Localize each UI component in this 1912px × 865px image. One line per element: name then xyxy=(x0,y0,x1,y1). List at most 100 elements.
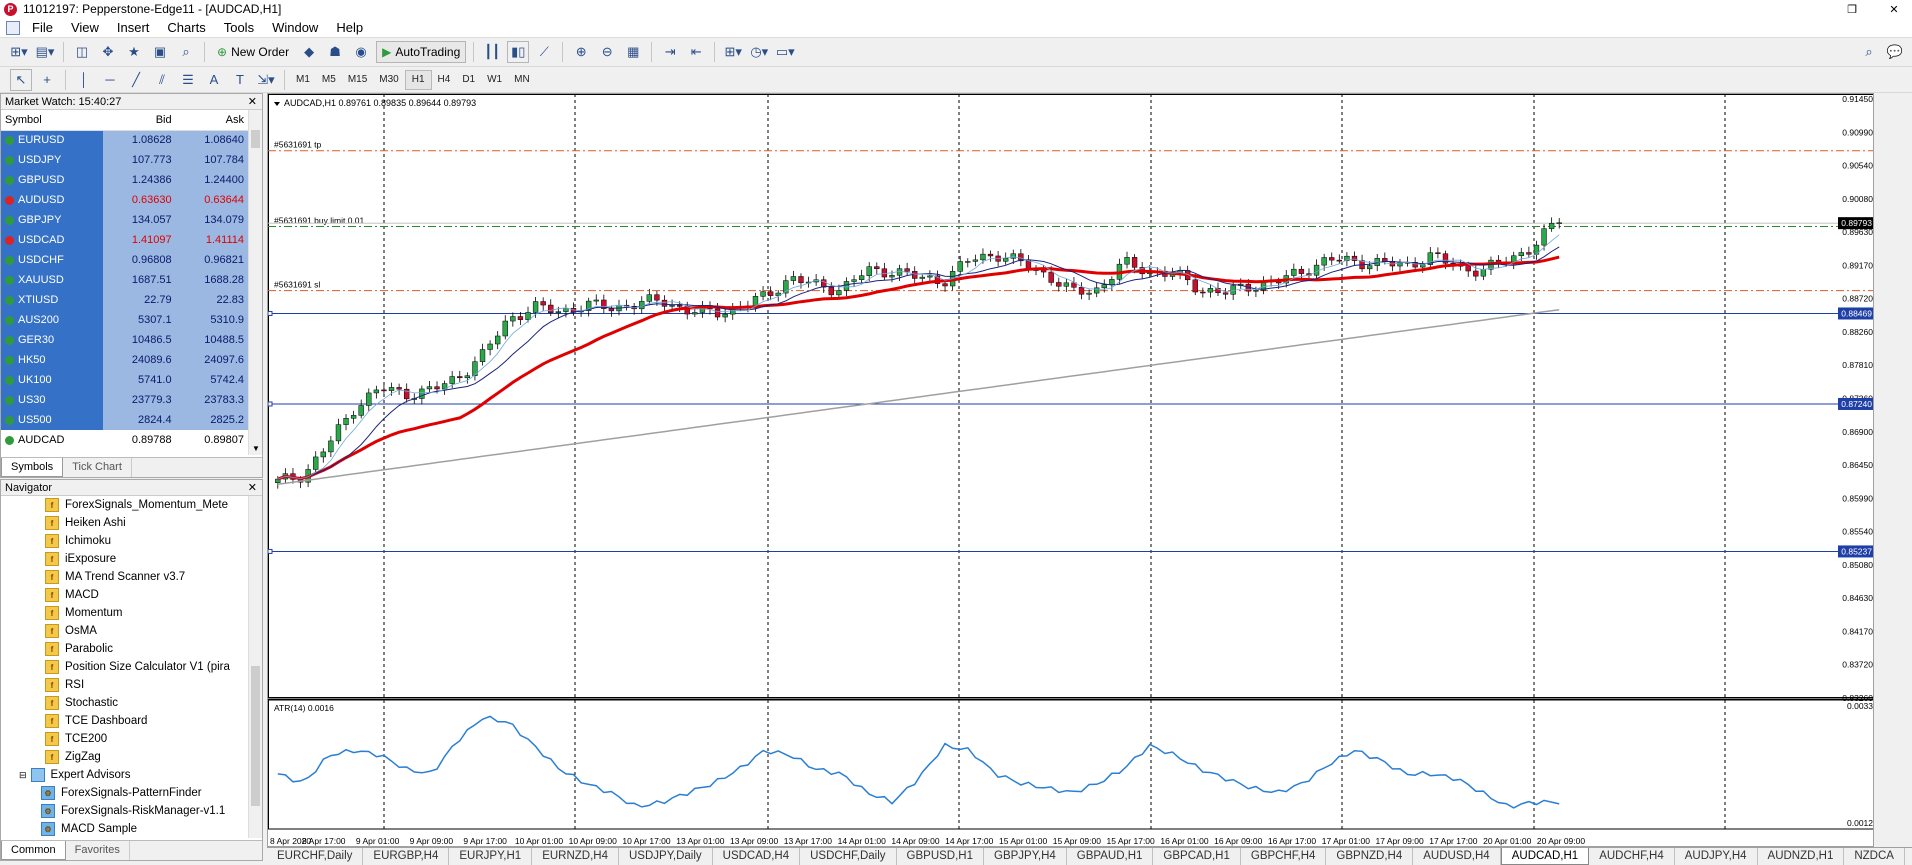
col-bid[interactable]: Bid xyxy=(103,110,176,131)
market-watch-row[interactable]: AUS200 5307.1 5310.9 xyxy=(1,310,248,330)
profiles-icon[interactable]: ▤▾ xyxy=(34,41,56,63)
bar-chart-icon[interactable]: ┃┃ xyxy=(481,41,503,63)
navigator-item[interactable]: ⚙ ForexSignals-PatternFinder xyxy=(1,784,248,802)
chart-tab[interactable]: GBPUSD,H1 xyxy=(897,848,984,865)
navigator-item[interactable]: f MACD xyxy=(1,586,248,604)
symbol-cell[interactable]: USDCHF xyxy=(1,250,104,270)
tf-w1[interactable]: W1 xyxy=(481,70,508,90)
tf-h1[interactable]: H1 xyxy=(404,69,432,90)
symbol-cell[interactable]: XTIUSD xyxy=(1,290,104,310)
symbol-cell[interactable]: HK50 xyxy=(1,350,104,370)
navigator-item[interactable]: f Momentum xyxy=(1,604,248,622)
symbol-cell[interactable]: AUDUSD xyxy=(1,190,104,210)
bid-cell[interactable]: 5741.0 xyxy=(103,370,176,390)
market-watch-row[interactable]: GBPUSD 1.24386 1.24400 xyxy=(1,170,248,190)
chart-tab[interactable]: EURGBP,H4 xyxy=(363,848,450,865)
navigator-icon[interactable]: ★ xyxy=(123,41,145,63)
crosshair-icon[interactable]: + xyxy=(36,69,58,91)
vertical-line-icon[interactable]: │ xyxy=(73,69,95,91)
ask-cell[interactable]: 2825.2 xyxy=(175,410,248,430)
fibonacci-icon[interactable]: ☰ xyxy=(177,69,199,91)
bid-cell[interactable]: 0.63630 xyxy=(103,190,176,210)
tab-symbols[interactable]: Symbols xyxy=(1,458,64,477)
market-watch-row[interactable]: HK50 24089.6 24097.6 xyxy=(1,350,248,370)
navigator-item[interactable]: f OsMA xyxy=(1,622,248,640)
navigator-item[interactable]: ⚙ MACD Sample xyxy=(1,820,248,838)
close-icon[interactable]: ✕ xyxy=(1880,0,1908,18)
menu-insert[interactable]: Insert xyxy=(108,18,159,38)
tab-tick-chart[interactable]: Tick Chart xyxy=(63,458,132,477)
navigator-item[interactable]: f Stochastic xyxy=(1,694,248,712)
navigator-item[interactable]: f MA Trend Scanner v3.7 xyxy=(1,568,248,586)
channel-icon[interactable]: ⫽ xyxy=(151,69,173,91)
tf-m30[interactable]: M30 xyxy=(373,70,404,90)
navigator-item[interactable]: f Parabolic xyxy=(1,640,248,658)
chart-menu-icon[interactable] xyxy=(274,102,280,106)
navigator-item[interactable]: f Ichimoku xyxy=(1,532,248,550)
chart-tab[interactable]: AUDNZD,H1 xyxy=(1758,848,1845,865)
tf-mn[interactable]: MN xyxy=(508,70,536,90)
bid-cell[interactable]: 134.057 xyxy=(103,210,176,230)
text-label-icon[interactable]: T xyxy=(229,69,251,91)
ask-cell[interactable]: 23783.3 xyxy=(175,390,248,410)
indicators-icon[interactable]: ⊞▾ xyxy=(722,41,744,63)
market-watch-row[interactable]: GER30 10486.5 10488.5 xyxy=(1,330,248,350)
symbol-cell[interactable]: AUS200 xyxy=(1,310,104,330)
ask-cell[interactable]: 0.96821 xyxy=(175,250,248,270)
chart-tab[interactable]: AUDCHF,H4 xyxy=(1589,848,1675,865)
new-chart-icon[interactable]: ⊞▾ xyxy=(8,41,30,63)
restore-icon[interactable]: ❐ xyxy=(1838,0,1866,18)
ask-cell[interactable]: 10488.5 xyxy=(175,330,248,350)
ask-cell[interactable]: 24097.6 xyxy=(175,350,248,370)
chart-tab[interactable]: GBPJPY,H4 xyxy=(984,848,1067,865)
market-watch-scrollbar[interactable]: ▼ xyxy=(248,110,262,455)
market-watch-row[interactable]: USDCAD 1.41097 1.41114 xyxy=(1,230,248,250)
close-icon[interactable]: ✕ xyxy=(248,480,257,496)
chart-window[interactable]: AUDCAD,H1 0.89761 0.89835 0.89644 0.8979… xyxy=(267,93,1874,847)
bid-cell[interactable]: 1687.51 xyxy=(103,270,176,290)
scroll-down-icon[interactable]: ▼ xyxy=(252,444,260,453)
ask-cell[interactable]: 1.41114 xyxy=(175,230,248,250)
navigator-item[interactable]: f RSI xyxy=(1,676,248,694)
text-icon[interactable]: A xyxy=(203,69,225,91)
navigator-item[interactable]: f Position Size Calculator V1 (pira xyxy=(1,658,248,676)
chart-shift-icon[interactable]: ⇤ xyxy=(685,41,707,63)
market-watch-row[interactable]: USDJPY 107.773 107.784 xyxy=(1,150,248,170)
data-window-icon[interactable]: ✥ xyxy=(97,41,119,63)
chart-tab[interactable]: GBPCAD,H1 xyxy=(1153,848,1241,865)
market-watch-row[interactable]: US500 2824.4 2825.2 xyxy=(1,410,248,430)
symbol-cell[interactable]: US30 xyxy=(1,390,104,410)
navigator-item[interactable]: f iExposure xyxy=(1,550,248,568)
chart-tab[interactable]: AUDUSD,H4 xyxy=(1413,848,1501,865)
menu-view[interactable]: View xyxy=(62,18,108,38)
symbol-cell[interactable]: US500 xyxy=(1,410,104,430)
chart-tab[interactable]: GBPNZD,H4 xyxy=(1326,848,1414,865)
ask-cell[interactable]: 5742.4 xyxy=(175,370,248,390)
market-watch-row[interactable]: GBPJPY 134.057 134.079 xyxy=(1,210,248,230)
symbol-cell[interactable]: USDJPY xyxy=(1,150,104,170)
chart-document-icon[interactable] xyxy=(6,20,20,35)
navigator-scrollbar[interactable] xyxy=(248,496,262,838)
chart-tab[interactable]: AUDJPY,H4 xyxy=(1675,848,1758,865)
cursor-icon[interactable]: ↖ xyxy=(10,68,32,91)
navigator-item[interactable]: f Heiken Ashi xyxy=(1,514,248,532)
tf-d1[interactable]: D1 xyxy=(456,70,481,90)
ask-cell[interactable]: 1688.28 xyxy=(175,270,248,290)
tab-common[interactable]: Common xyxy=(1,841,66,860)
periods-icon[interactable]: ◷▾ xyxy=(748,41,770,63)
search-icon[interactable]: ⌕ xyxy=(1858,41,1880,63)
symbol-cell[interactable]: GER30 xyxy=(1,330,104,350)
bid-cell[interactable]: 0.96808 xyxy=(103,250,176,270)
ask-cell[interactable]: 107.784 xyxy=(175,150,248,170)
symbol-cell[interactable]: AUDCAD xyxy=(1,430,104,450)
tab-favorites[interactable]: Favorites xyxy=(66,841,130,860)
bid-cell[interactable]: 5307.1 xyxy=(103,310,176,330)
market-watch-row[interactable]: XTIUSD 22.79 22.83 xyxy=(1,290,248,310)
close-icon[interactable]: ✕ xyxy=(248,94,257,110)
ask-cell[interactable]: 5310.9 xyxy=(175,310,248,330)
ask-cell[interactable]: 0.89807 xyxy=(175,430,248,450)
bid-cell[interactable]: 1.24386 xyxy=(103,170,176,190)
tf-h4[interactable]: H4 xyxy=(432,70,457,90)
navigator-item[interactable]: f ForexSignals_Momentum_Mete xyxy=(1,496,248,514)
signals-icon[interactable]: ☗ xyxy=(324,41,346,63)
